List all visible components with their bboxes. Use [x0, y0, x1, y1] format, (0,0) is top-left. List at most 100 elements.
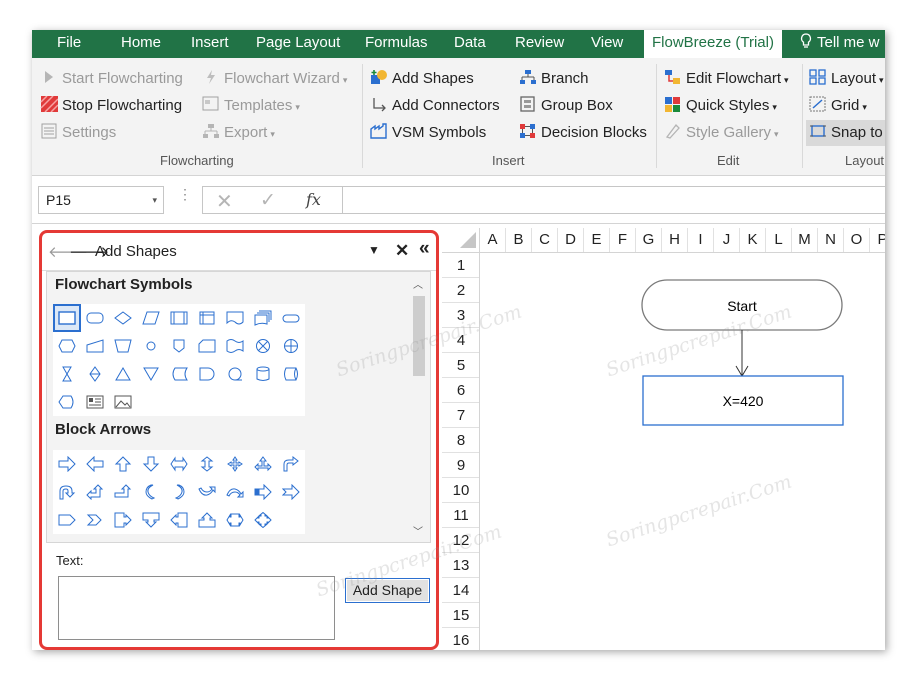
pentagon-arrow-shape[interactable]: [53, 506, 81, 534]
tab-review[interactable]: Review: [515, 30, 564, 58]
extract-shape[interactable]: [109, 360, 137, 388]
sort-shape[interactable]: [81, 360, 109, 388]
chevron-up-icon[interactable]: ︿: [413, 276, 423, 291]
edit-flowchart-button[interactable]: Edit Flowchart ▾: [664, 68, 789, 90]
more-options-icon[interactable]: ⋮: [178, 187, 192, 201]
name-box[interactable]: P15 ▾: [38, 186, 164, 214]
tab-flowbreeze[interactable]: FlowBreeze (Trial): [644, 30, 782, 58]
left-right-arrow-shape[interactable]: [165, 450, 193, 478]
left-right-up-arrow-shape[interactable]: [249, 450, 277, 478]
tell-me-box[interactable]: Tell me w: [800, 30, 880, 58]
summing-junction-shape[interactable]: [249, 332, 277, 360]
collate-shape[interactable]: [53, 360, 81, 388]
tab-insert[interactable]: Insert: [191, 30, 229, 58]
data-shape[interactable]: [137, 304, 165, 332]
tab-formulas[interactable]: Formulas: [365, 30, 428, 58]
bent-arrow-shape[interactable]: [277, 450, 305, 478]
process-shape[interactable]: [53, 304, 81, 332]
stored-data-shape[interactable]: [165, 360, 193, 388]
down-arrow-shape[interactable]: [137, 450, 165, 478]
collapse-pane-icon[interactable]: «: [419, 238, 430, 260]
left-up-arrow-shape[interactable]: [81, 478, 109, 506]
manual-input-shape[interactable]: [81, 332, 109, 360]
terminator-shape[interactable]: [277, 304, 305, 332]
style-gallery-button[interactable]: Style Gallery ▾: [664, 122, 779, 144]
grid-button[interactable]: Grid ▾: [809, 95, 867, 117]
left-right-arrow-callout-shape[interactable]: [221, 506, 249, 534]
formula-input[interactable]: [342, 186, 885, 214]
curved-up-arrow-shape[interactable]: [193, 478, 221, 506]
curved-down-arrow-shape[interactable]: [221, 478, 249, 506]
flowchart-wizard-button[interactable]: Flowchart Wizard ▾: [202, 68, 347, 90]
up-down-arrow-shape[interactable]: [193, 450, 221, 478]
vsm-symbols-button[interactable]: VSM Symbols: [370, 122, 486, 144]
tab-home[interactable]: Home: [121, 30, 161, 58]
merge-shape[interactable]: [137, 360, 165, 388]
off-page-connector-shape[interactable]: [165, 332, 193, 360]
left-arrow-shape[interactable]: [81, 450, 109, 478]
decision-blocks-button[interactable]: Decision Blocks: [519, 122, 647, 144]
bent-up-arrow-shape[interactable]: [109, 478, 137, 506]
up-arrow-shape[interactable]: [109, 450, 137, 478]
connector-shape[interactable]: [137, 332, 165, 360]
internal-storage-shape[interactable]: [193, 304, 221, 332]
alternate-process-shape[interactable]: [81, 304, 109, 332]
magnetic-disk-shape[interactable]: [249, 360, 277, 388]
stop-flowcharting-button[interactable]: Stop Flowcharting: [40, 95, 182, 117]
confirm-check-icon[interactable]: ✓: [260, 189, 276, 212]
insert-function-button[interactable]: fx: [306, 190, 321, 209]
right-arrow-shape[interactable]: [53, 450, 81, 478]
export-button[interactable]: Export ▾: [202, 122, 275, 144]
cancel-x-icon[interactable]: ✕: [216, 189, 233, 214]
start-flowcharting-button[interactable]: Start Flowcharting: [40, 68, 183, 90]
left-arrow-callout-shape[interactable]: [165, 506, 193, 534]
pane-menu-icon[interactable]: ▼: [368, 243, 380, 257]
quad-arrow-callout-shape[interactable]: [249, 506, 277, 534]
preparation-shape[interactable]: [53, 332, 81, 360]
snap-to-button[interactable]: Snap to: [806, 120, 885, 146]
curved-right-arrow-shape[interactable]: [137, 478, 165, 506]
right-arrow-callout-shape[interactable]: [109, 506, 137, 534]
delay-shape[interactable]: [193, 360, 221, 388]
tab-file[interactable]: File: [57, 30, 81, 58]
predefined-process-shape[interactable]: [165, 304, 193, 332]
tab-view[interactable]: View: [591, 30, 623, 58]
striped-right-arrow-shape[interactable]: [249, 478, 277, 506]
layout-button[interactable]: Layout ▾: [809, 68, 884, 90]
multidocument-shape[interactable]: [249, 304, 277, 332]
notched-right-arrow-shape[interactable]: [277, 478, 305, 506]
chevron-down-icon[interactable]: ▾: [152, 187, 157, 213]
quick-styles-button[interactable]: Quick Styles ▾: [664, 95, 777, 117]
add-shapes-button[interactable]: Add Shapes: [370, 68, 474, 90]
document-shape[interactable]: [221, 304, 249, 332]
tab-page-layout[interactable]: Page Layout: [256, 30, 340, 58]
card-shape[interactable]: [193, 332, 221, 360]
branch-button[interactable]: Branch: [519, 68, 589, 90]
text-box-shape[interactable]: [81, 388, 109, 416]
curved-left-arrow-shape[interactable]: [165, 478, 193, 506]
image-shape[interactable]: [109, 388, 137, 416]
direct-access-storage-shape[interactable]: [277, 360, 305, 388]
up-arrow-callout-shape[interactable]: [193, 506, 221, 534]
settings-button[interactable]: Settings: [40, 122, 116, 144]
scrollbar-thumb[interactable]: [413, 296, 425, 376]
close-icon[interactable]: ✕: [395, 241, 409, 261]
chevron-shape[interactable]: [81, 506, 109, 534]
add-connectors-button[interactable]: Add Connectors: [370, 95, 500, 117]
sequential-access-storage-shape[interactable]: [221, 360, 249, 388]
spreadsheet-grid[interactable]: ABCDEFGHIJKLMNOP 1 2 3 4 5 6 7 8 9 10 11 12 13 14 15 16…: [442, 228, 885, 650]
templates-button[interactable]: Templates ▾: [202, 95, 300, 117]
add-shape-button[interactable]: Add Shape: [345, 578, 430, 603]
chevron-down-icon[interactable]: ﹀: [413, 523, 423, 538]
u-turn-arrow-shape[interactable]: [53, 478, 81, 506]
decision-shape[interactable]: [109, 304, 137, 332]
or-shape[interactable]: [277, 332, 305, 360]
display-shape[interactable]: [53, 388, 81, 416]
group-box-button[interactable]: Group Box: [519, 95, 613, 117]
punched-tape-shape[interactable]: [221, 332, 249, 360]
vertical-scrollbar[interactable]: ︿ ﹀: [410, 274, 428, 540]
shape-text-input[interactable]: [58, 576, 335, 640]
manual-operation-shape[interactable]: [109, 332, 137, 360]
tab-data[interactable]: Data: [454, 30, 486, 58]
quad-arrow-shape[interactable]: [221, 450, 249, 478]
